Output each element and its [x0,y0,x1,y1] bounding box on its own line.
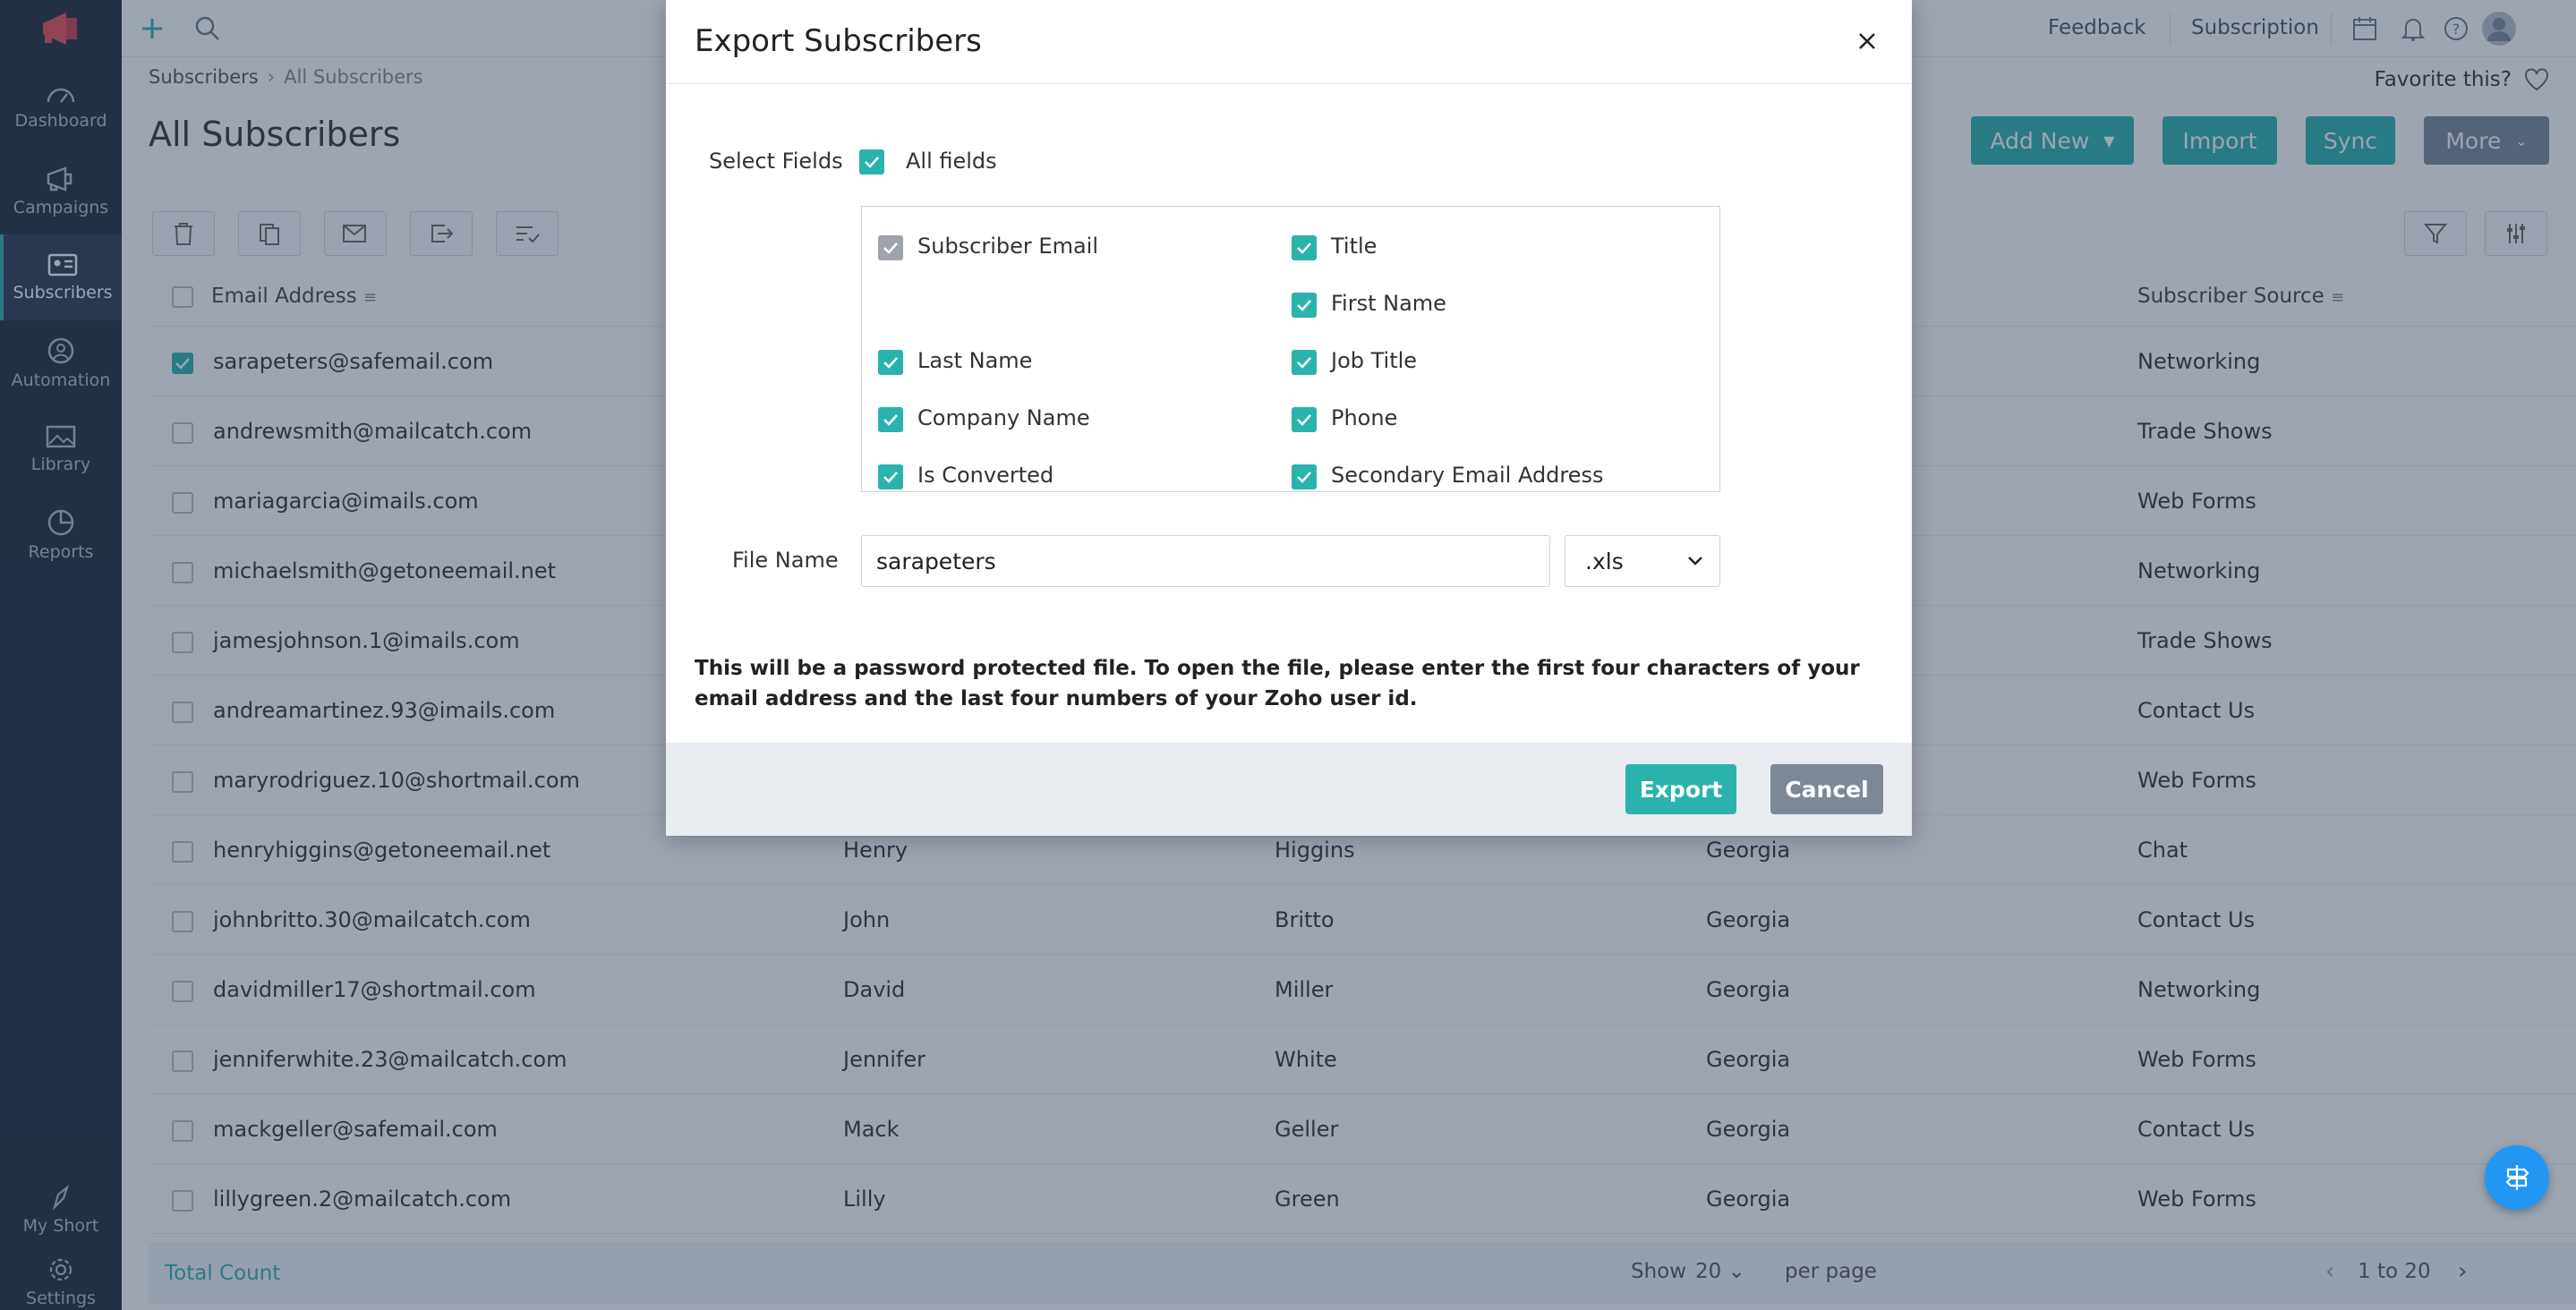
check-icon [1297,242,1311,254]
field-checkbox[interactable] [1292,350,1317,375]
check-icon [1297,357,1311,369]
field-checkbox[interactable] [1292,293,1317,318]
export-modal: Export Subscribers Select Fields All fie… [666,0,1912,836]
all-fields-label: All fields [906,149,997,174]
field-label: Company Name [917,405,1090,430]
close-button[interactable] [1849,23,1885,59]
file-name-label: File Name [732,548,839,573]
check-icon [1297,472,1311,483]
close-icon [1859,33,1875,49]
field-label: First Name [1331,291,1446,316]
select-fields-label: Select Fields [709,149,843,174]
check-icon [883,414,898,426]
check-icon [1297,414,1311,426]
file-name-input[interactable] [861,535,1550,587]
field-label: Last Name [917,348,1033,373]
field-checkbox[interactable] [1292,235,1317,260]
modal-footer: Export Cancel [666,743,1912,836]
fields-list[interactable]: Subscriber Email Last Name Company Name Is … [861,206,1720,492]
all-fields-checkbox[interactable] [859,149,884,174]
field-label: Secondary Email Address [1331,463,1604,488]
field-checkbox[interactable] [878,350,903,375]
field-checkbox[interactable] [878,464,903,489]
file-extension-value: .xls [1585,548,1624,574]
check-icon [1297,300,1311,311]
field-checkbox [878,235,903,260]
modal-header: Export Subscribers [666,0,1912,84]
check-icon [865,157,879,168]
export-button[interactable]: Export [1625,764,1736,814]
check-icon [883,242,898,254]
check-icon [883,357,898,369]
field-label: Phone [1331,405,1398,430]
field-label: Is Converted [917,463,1054,488]
field-label: Title [1331,234,1378,259]
field-label: Job Title [1331,348,1418,373]
chevron-down-icon [1688,557,1702,566]
help-chat-button[interactable] [2485,1145,2549,1210]
field-checkbox[interactable] [1292,464,1317,489]
password-note: This will be a password protected file. … [695,657,1860,710]
cancel-button[interactable]: Cancel [1770,764,1883,814]
signpost-icon [2505,1165,2529,1190]
field-label: Subscriber Email [917,234,1098,259]
check-icon [883,472,898,483]
field-checkbox[interactable] [1292,407,1317,432]
field-checkbox[interactable] [878,407,903,432]
file-extension-select[interactable]: .xls [1565,535,1720,587]
modal-title: Export Subscribers [695,23,982,59]
